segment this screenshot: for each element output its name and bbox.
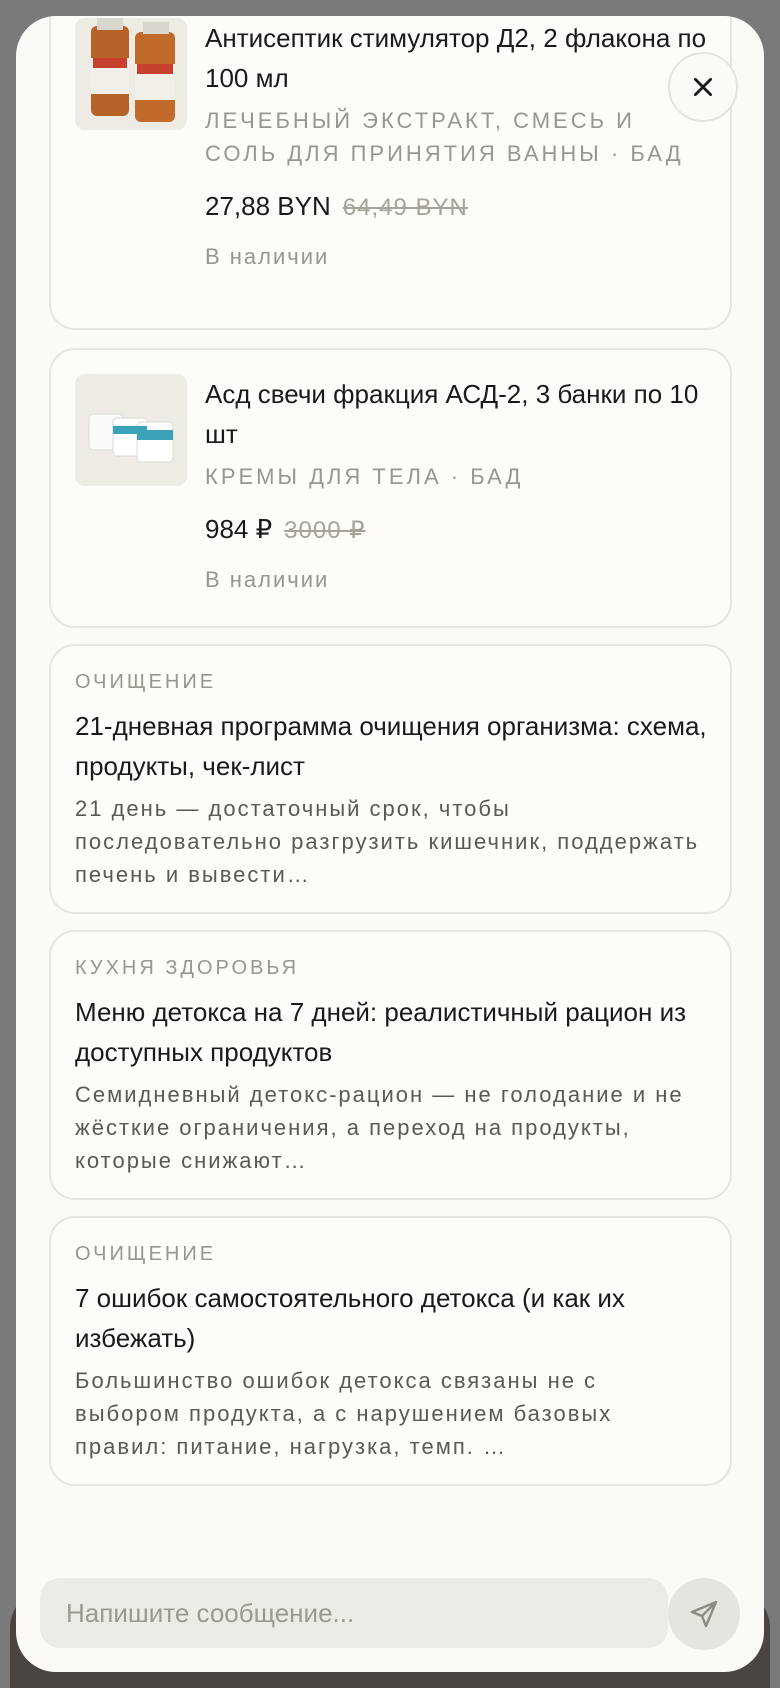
price-row: 27,88 BYN 64,49 BYN — [205, 188, 710, 226]
bottle-image — [75, 18, 187, 130]
product-price: 27,88 BYN — [205, 191, 331, 221]
send-button[interactable] — [668, 1578, 740, 1650]
product-stock-status: В наличии — [205, 567, 330, 592]
price-row: 984 ₽ 3000 ₽ — [205, 511, 710, 549]
send-icon — [690, 1600, 718, 1628]
article-tag: ОЧИЩЕНИЕ — [75, 1243, 217, 1265]
product-stock-status: В наличии — [205, 244, 330, 269]
message-input-wrapper[interactable] — [40, 1578, 668, 1648]
article-tag: ОЧИЩЕНИЕ — [75, 671, 217, 693]
message-input[interactable] — [64, 1596, 644, 1630]
jars-image — [75, 374, 187, 486]
product-old-price: 64,49 BYN — [342, 194, 468, 221]
product-price: 984 ₽ — [205, 514, 273, 544]
article-excerpt: Семидневный детокс-рацион — не голодание… — [75, 1082, 684, 1173]
product-title[interactable]: Асд свечи фракция АСД-2, 3 банки по 10 ш… — [205, 374, 710, 454]
close-icon — [694, 78, 712, 96]
article-excerpt: 21 день — достаточный срок, чтобы послед… — [75, 796, 700, 887]
product-card[interactable]: Асд свечи фракция АСД-2, 3 банки по 10 ш… — [49, 348, 732, 628]
product-category: КРЕМЫ ДЛЯ ТЕЛА · БАД — [205, 464, 524, 489]
article-excerpt: Большинство ошибок детокса связаны не с … — [75, 1368, 613, 1459]
article-title[interactable]: 21-дневная программа очищения организма:… — [75, 706, 712, 786]
close-button[interactable] — [668, 52, 738, 122]
article-card[interactable]: ОЧИЩЕНИЕ 7 ошибок самостоятельного деток… — [49, 1216, 732, 1486]
product-title[interactable]: Антисептик стимулятор Д2, 2 флакона по 1… — [205, 18, 710, 98]
product-category: ЛЕЧЕБНЫЙ ЭКСТРАКТ, СМЕСЬ И СОЛЬ ДЛЯ ПРИН… — [205, 108, 684, 166]
article-tag: КУХНЯ ЗДОРОВЬЯ — [75, 957, 300, 979]
product-thumbnail — [75, 374, 187, 486]
product-old-price: 3000 ₽ — [284, 517, 366, 544]
article-title[interactable]: Меню детокса на 7 дней: реалистичный рац… — [75, 992, 712, 1072]
article-card[interactable]: КУХНЯ ЗДОРОВЬЯ Меню детокса на 7 дней: р… — [49, 930, 732, 1200]
article-title[interactable]: 7 ошибок самостоятельного детокса (и как… — [75, 1278, 712, 1358]
article-card[interactable]: ОЧИЩЕНИЕ 21-дневная программа очищения о… — [49, 644, 732, 914]
product-card[interactable]: Антисептик стимулятор Д2, 2 флакона по 1… — [49, 16, 732, 330]
product-thumbnail — [75, 18, 187, 130]
chat-modal: Антисептик стимулятор Д2, 2 флакона по 1… — [16, 16, 764, 1672]
